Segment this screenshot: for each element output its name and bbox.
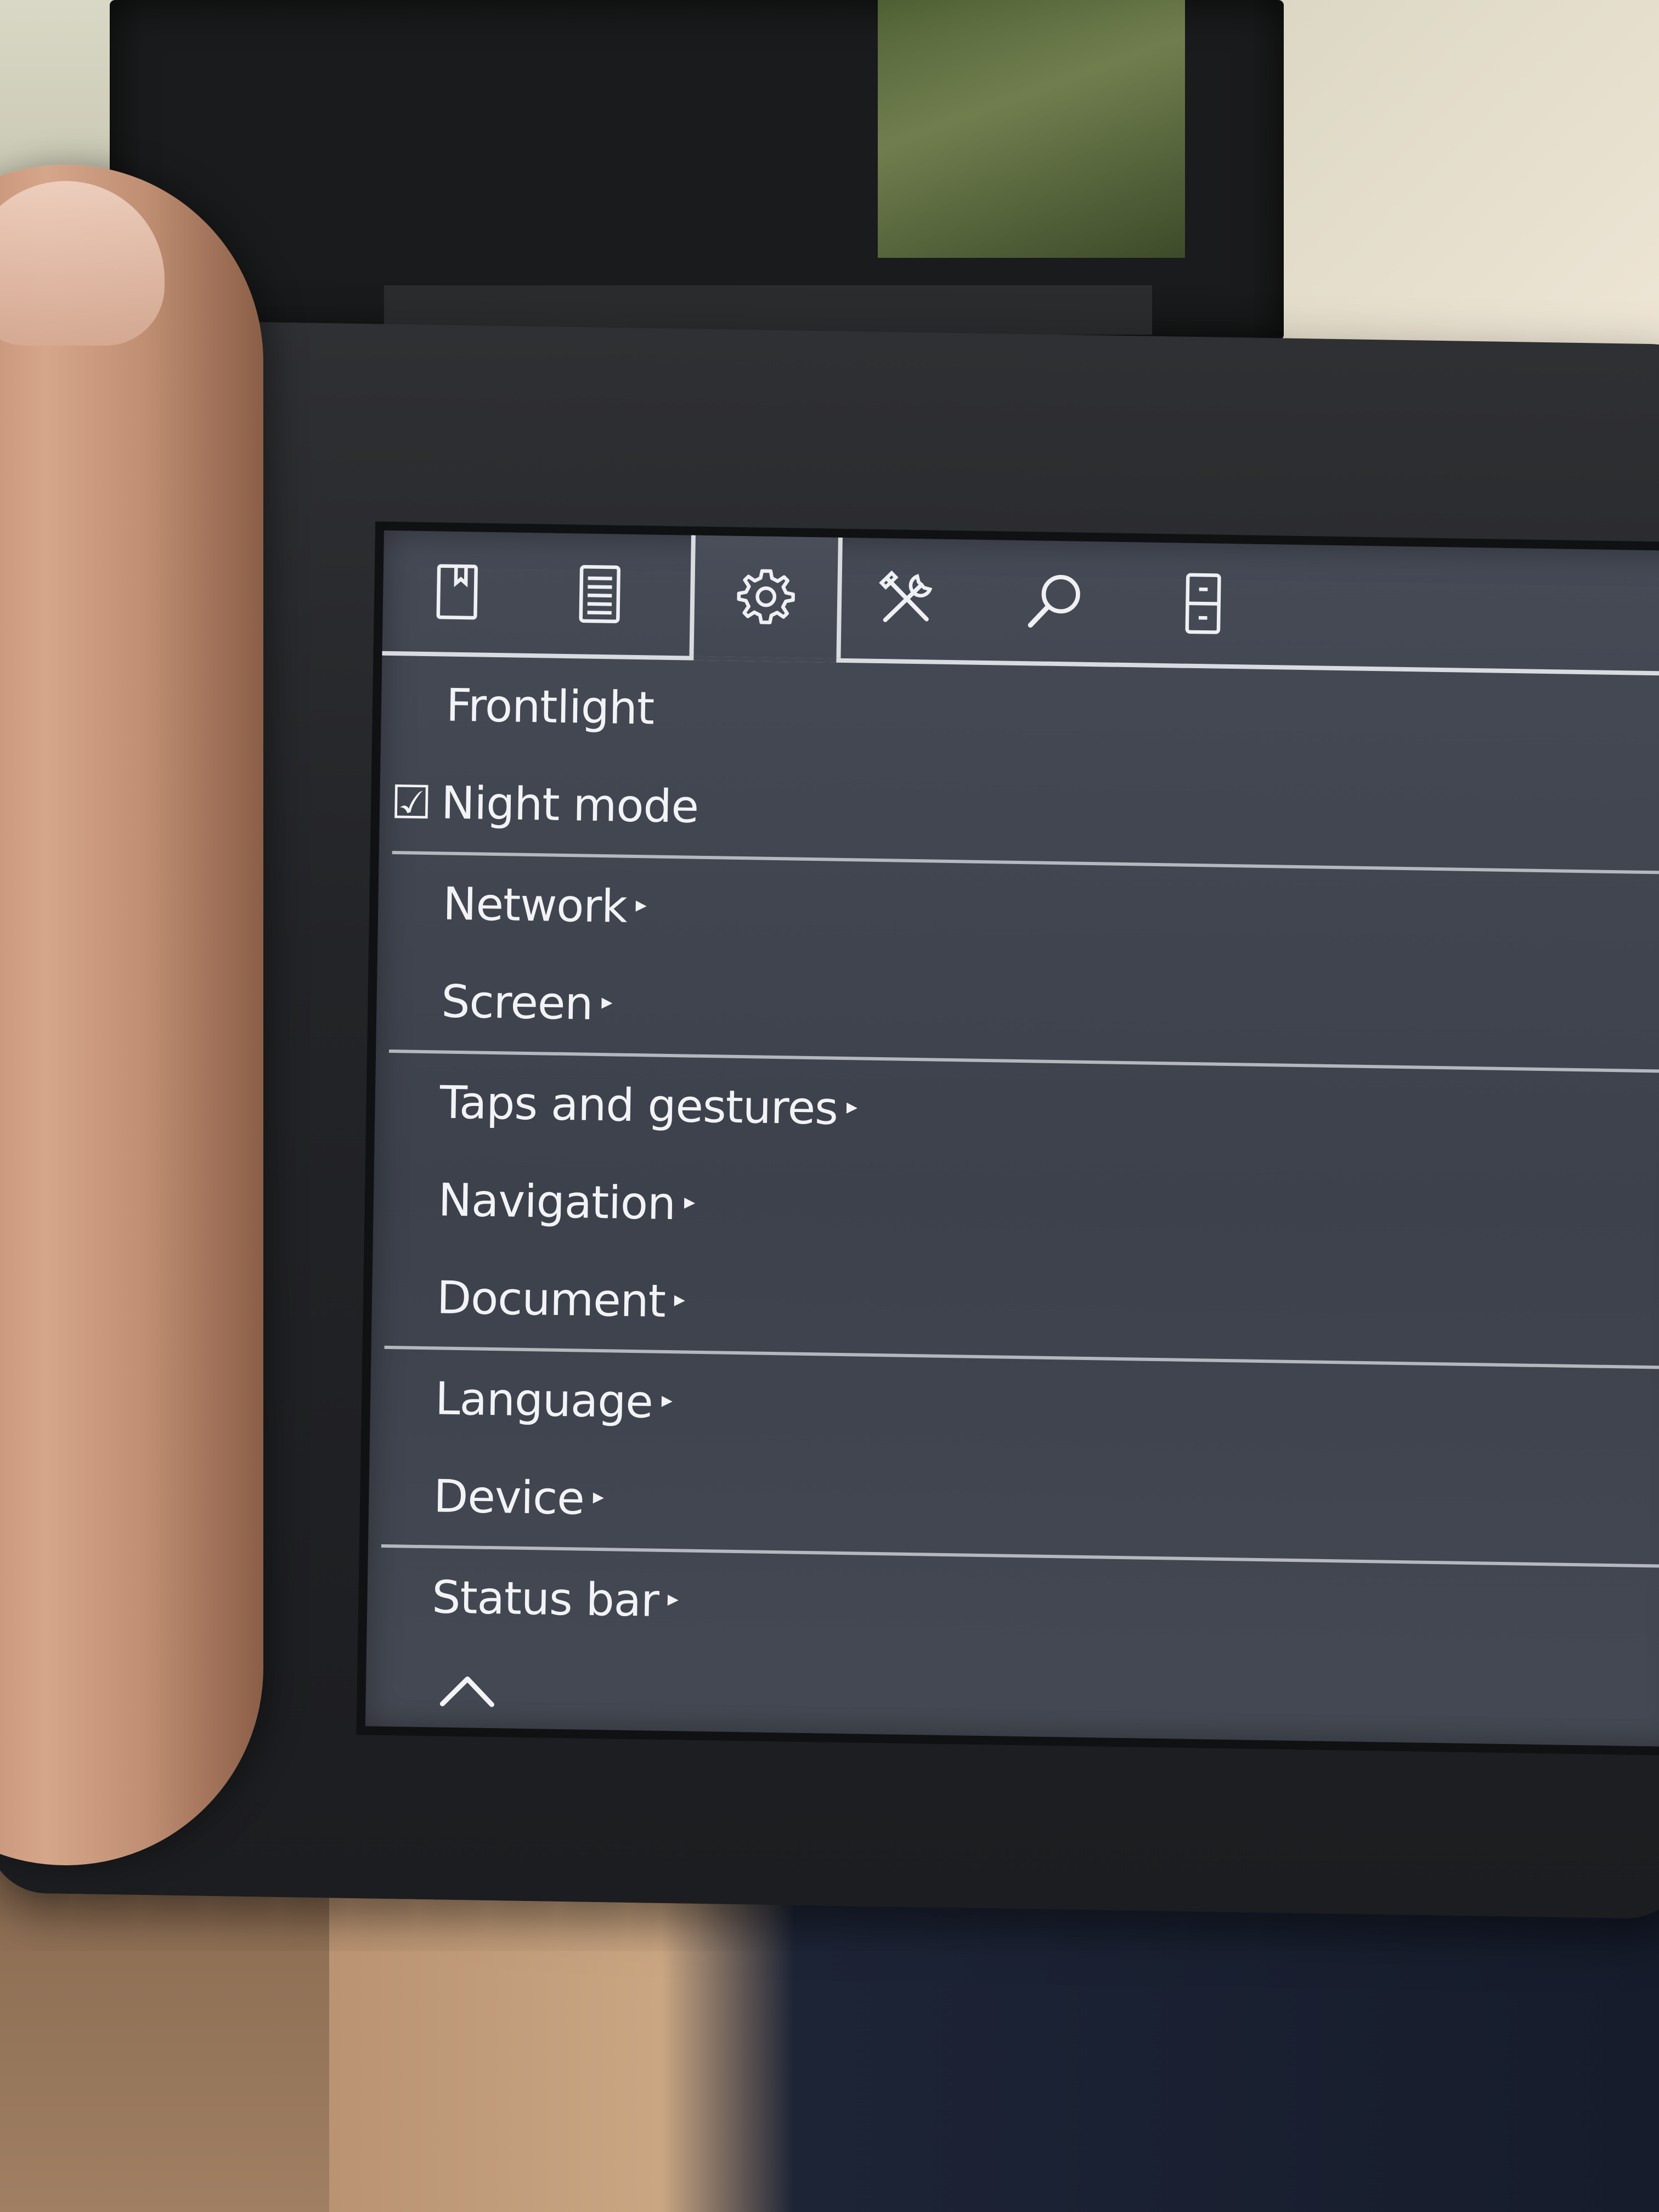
menu-item-label: Language [435,1372,653,1429]
submenu-arrow-icon: ▸ [661,1387,673,1413]
chevron-up-icon [439,1676,494,1707]
menu-item-label: Navigation [438,1173,676,1230]
tab-reader-book[interactable] [404,541,510,642]
submenu-arrow-icon: ▸ [601,989,612,1015]
search-icon [1028,575,1080,628]
photo-scene: kindle [0,0,1659,2212]
menu-item-label: Screen [441,975,594,1030]
menu-item-label: Document [436,1271,666,1328]
menu-item-label: Night mode [441,776,699,833]
holding-thumb [0,165,263,1865]
menu-item-label: Taps and gestures [439,1076,838,1135]
tab-document-menu[interactable] [547,544,653,644]
filing-cabinet-icon [1185,573,1221,634]
submenu-arrow-icon: ▸ [846,1094,857,1120]
background-television [110,0,1284,340]
submenu-arrow-icon: ▸ [592,1483,604,1510]
tools-icon [879,570,933,622]
checkbox-checked-icon[interactable]: ☑ [390,775,442,830]
gear-icon [737,569,795,624]
menu-item-label: Device [433,1470,585,1525]
settings-menu: Frontlight ☑ Night mode Network ▸ Screen… [365,656,1659,1753]
submenu-arrow-icon: ▸ [684,1189,695,1215]
submenu-arrow-icon: ▸ [667,1586,679,1612]
menu-item-label: Status bar [431,1571,659,1627]
window-reflection [878,0,1185,258]
document-list-icon [579,565,620,624]
menu-item-label: Network [442,878,628,933]
device-screen: Frontlight ☑ Night mode Network ▸ Screen… [356,521,1659,1756]
submenu-arrow-icon: ▸ [674,1286,685,1312]
background-wall [1275,0,1659,384]
tab-search[interactable] [1002,551,1108,651]
book-icon [436,564,478,620]
top-toolbar [382,530,1659,676]
tab-tools[interactable] [854,549,960,649]
menu-item-label: Frontlight [445,679,654,735]
tab-filemanager[interactable] [1150,554,1256,654]
submenu-arrow-icon: ▸ [635,892,647,918]
tab-settings[interactable] [689,535,843,658]
